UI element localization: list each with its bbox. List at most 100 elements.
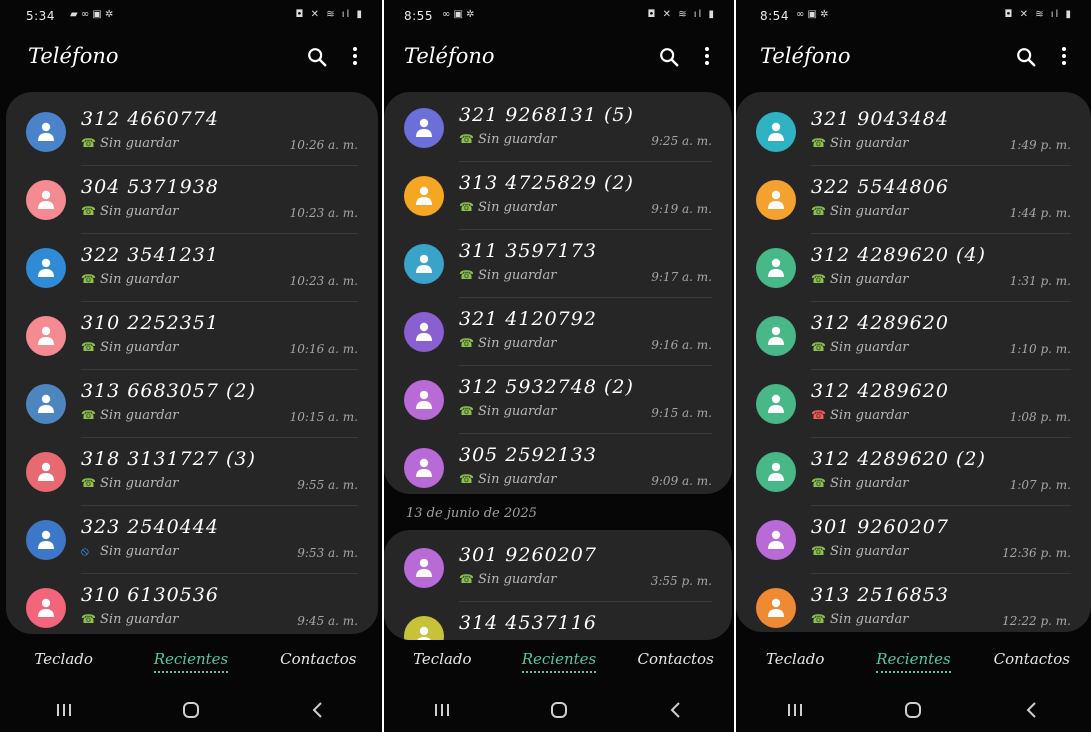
person-icon	[38, 122, 54, 141]
call-time: 12:36 p. m.	[1002, 546, 1071, 560]
call-log-row[interactable]: 312 4289620 (4) ☎ Sin guardar 1:31 p. m.	[736, 234, 1091, 302]
call-log-row[interactable]: 321 4120792 ☎ Sin guardar 9:16 a. m.	[384, 298, 732, 366]
contact-avatar[interactable]	[26, 384, 66, 424]
phone-number: 323 2540444	[81, 516, 219, 538]
more-options-icon[interactable]	[1057, 44, 1071, 70]
call-time: 9:16 a. m.	[651, 338, 712, 352]
contact-avatar[interactable]	[26, 588, 66, 628]
recent-apps-icon[interactable]	[384, 700, 501, 725]
contact-avatar[interactable]	[26, 520, 66, 560]
recent-apps-icon[interactable]	[736, 700, 854, 725]
contact-avatar[interactable]	[26, 112, 66, 152]
contact-avatar[interactable]	[756, 588, 796, 628]
call-log-row[interactable]: 312 4289620 ☎ Sin guardar 1:10 p. m.	[736, 302, 1091, 370]
back-icon[interactable]	[617, 700, 734, 725]
tab-contactos[interactable]: Contactos	[973, 650, 1091, 668]
contact-avatar[interactable]	[26, 316, 66, 356]
incoming-call-icon: ☎	[459, 268, 474, 282]
incoming-call-icon: ☎	[811, 204, 826, 218]
recent-calls-list-older: 301 9260207 ☎ Sin guardar 3:55 p. m. 314 453…	[384, 530, 732, 640]
call-log-row[interactable]: 312 4660774 ☎ Sin guardar 10:26 a. m.	[6, 98, 378, 166]
tab-recientes[interactable]: Recientes	[854, 650, 972, 673]
search-icon[interactable]	[306, 46, 328, 68]
phone-number: 312 4660774	[81, 108, 219, 130]
call-log-row[interactable]: 312 4289620 (2) ☎ Sin guardar 1:07 p. m.	[736, 438, 1091, 506]
call-log-row[interactable]: 312 4289620 ☎ Sin guardar 1:08 p. m.	[736, 370, 1091, 438]
contact-status-label: Sin guardar	[100, 204, 179, 219]
call-log-row[interactable]: 311 3597173 ☎ Sin guardar 9:17 a. m.	[384, 230, 732, 298]
call-log-row[interactable]: 305 2592133 ☎ Sin guardar 9:09 a. m.	[384, 434, 732, 494]
home-icon[interactable]	[127, 700, 254, 725]
person-icon	[768, 394, 784, 413]
contact-avatar[interactable]	[756, 248, 796, 288]
phone-screen-1: 5:34 ▰ ∞ ▣ ✲ ◘ ✕ ≋ ıl ▮ Teléfono 312 466…	[0, 0, 382, 732]
contact-avatar[interactable]	[26, 180, 66, 220]
tab-teclado[interactable]: Teclado	[384, 650, 501, 668]
contact-avatar[interactable]	[404, 548, 444, 588]
tab-teclado[interactable]: Teclado	[736, 650, 854, 668]
call-log-row[interactable]: 318 3131727 (3) ☎ Sin guardar 9:55 a. m.	[6, 438, 378, 506]
incoming-call-icon: ☎	[81, 476, 96, 490]
contact-status-label: Sin guardar	[100, 544, 179, 559]
contact-avatar[interactable]	[26, 452, 66, 492]
contact-status: ☎ Sin guardar	[811, 340, 909, 355]
incoming-call-icon: ☎	[81, 204, 96, 218]
contact-avatar[interactable]	[404, 244, 444, 284]
person-icon	[417, 626, 431, 640]
contact-status: ☎ Sin guardar	[811, 544, 909, 559]
tab-recientes[interactable]: Recientes	[127, 650, 254, 673]
call-log-row[interactable]: 323 2540444 ⦸ Sin guardar 9:53 a. m.	[6, 506, 378, 574]
phone-number: 301 9260207	[459, 544, 597, 566]
call-log-row[interactable]: 312 5932748 (2) ☎ Sin guardar 9:15 a. m.	[384, 366, 732, 434]
back-icon[interactable]	[973, 700, 1091, 725]
call-log-row[interactable]: 310 6130536 ☎ Sin guardar 9:45 a. m.	[6, 574, 378, 634]
contact-avatar[interactable]	[756, 452, 796, 492]
contact-avatar[interactable]	[404, 108, 444, 148]
contact-status-label: Sin guardar	[830, 612, 909, 627]
incoming-call-icon: ☎	[459, 572, 474, 586]
contact-avatar[interactable]	[404, 616, 444, 640]
call-log-row[interactable]: 313 2516853 ☎ Sin guardar 12:22 p. m.	[736, 574, 1091, 632]
more-options-icon[interactable]	[700, 44, 714, 70]
contact-avatar[interactable]	[26, 248, 66, 288]
search-icon[interactable]	[1015, 46, 1037, 68]
call-log-row[interactable]: 321 9268131 (5) ☎ Sin guardar 9:25 a. m.	[384, 94, 732, 162]
contact-avatar[interactable]	[404, 380, 444, 420]
contact-avatar[interactable]	[404, 448, 444, 488]
call-time: 1:08 p. m.	[1009, 410, 1071, 424]
call-log-row[interactable]: 301 9260207 ☎ Sin guardar 12:36 p. m.	[736, 506, 1091, 574]
call-log-row[interactable]: 313 6683057 (2) ☎ Sin guardar 10:15 a. m.	[6, 370, 378, 438]
tab-teclado[interactable]: Teclado	[0, 650, 127, 668]
home-icon[interactable]	[501, 700, 618, 725]
call-time: 1:31 p. m.	[1009, 274, 1071, 288]
call-log-row[interactable]: 310 2252351 ☎ Sin guardar 10:16 a. m.	[6, 302, 378, 370]
contact-avatar[interactable]	[404, 176, 444, 216]
person-icon	[768, 122, 784, 141]
contact-avatar[interactable]	[756, 316, 796, 356]
contact-avatar[interactable]	[756, 520, 796, 560]
phone-number: 305 2592133	[459, 444, 597, 466]
contact-avatar[interactable]	[756, 112, 796, 152]
tab-contactos[interactable]: Contactos	[255, 650, 382, 668]
call-log-row[interactable]: 322 3541231 ☎ Sin guardar 10:23 a. m.	[6, 234, 378, 302]
back-icon[interactable]	[255, 700, 382, 725]
tab-contactos[interactable]: Contactos	[617, 650, 734, 668]
contact-status-label: Sin guardar	[830, 340, 909, 355]
call-log-row[interactable]: 321 9043484 ☎ Sin guardar 1:49 p. m.	[736, 98, 1091, 166]
contact-status-label: Sin guardar	[100, 340, 179, 355]
tab-recientes[interactable]: Recientes	[501, 650, 618, 673]
call-log-row[interactable]: 314 4537116	[384, 602, 732, 640]
call-log-row[interactable]: 304 5371938 ☎ Sin guardar 10:23 a. m.	[6, 166, 378, 234]
status-time: 8:54	[760, 9, 789, 23]
recent-apps-icon[interactable]	[0, 700, 127, 725]
contact-avatar[interactable]	[404, 312, 444, 352]
more-options-icon[interactable]	[348, 44, 362, 70]
call-log-row[interactable]: 301 9260207 ☎ Sin guardar 3:55 p. m.	[384, 534, 732, 602]
status-time: 5:34	[26, 9, 55, 23]
call-log-row[interactable]: 313 4725829 (2) ☎ Sin guardar 9:19 a. m.	[384, 162, 732, 230]
contact-avatar[interactable]	[756, 384, 796, 424]
search-icon[interactable]	[658, 46, 680, 68]
home-icon[interactable]	[854, 700, 972, 725]
contact-avatar[interactable]	[756, 180, 796, 220]
call-log-row[interactable]: 322 5544806 ☎ Sin guardar 1:44 p. m.	[736, 166, 1091, 234]
